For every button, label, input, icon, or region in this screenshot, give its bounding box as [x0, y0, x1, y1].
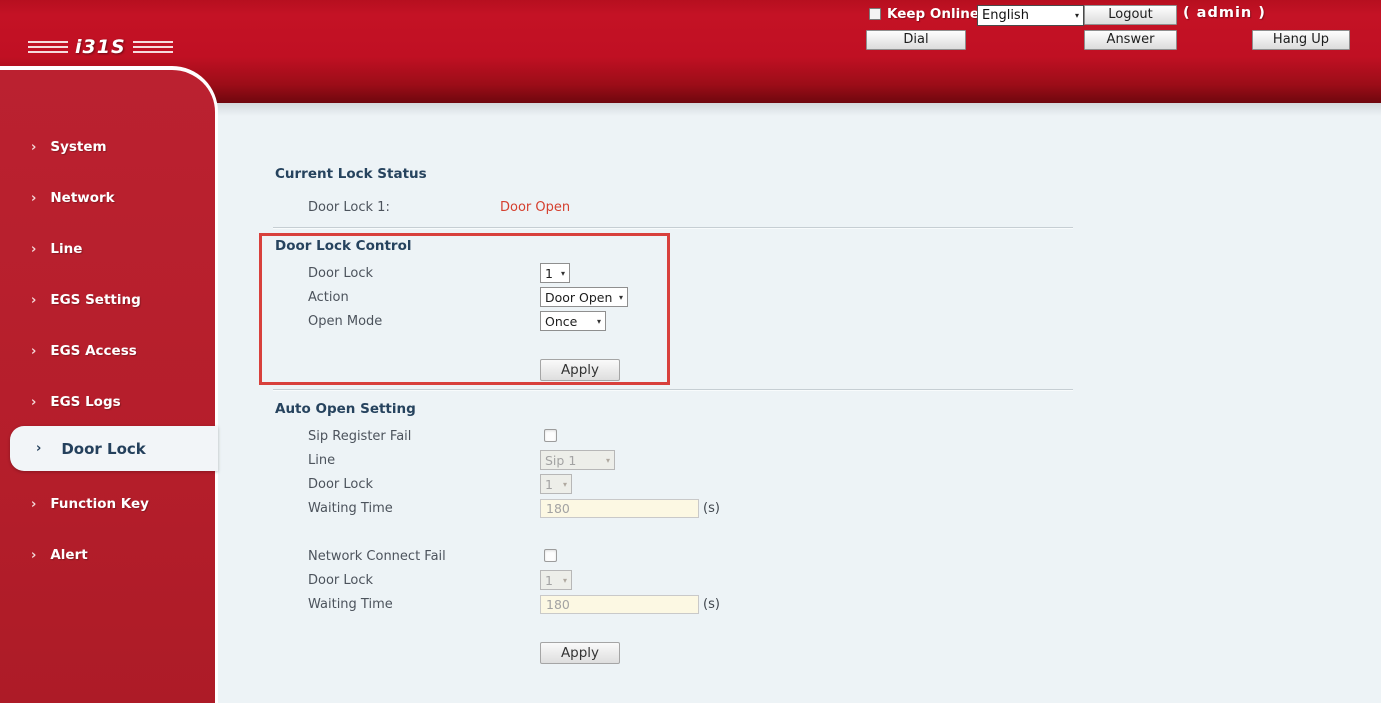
line-select-value: Sip 1 [545, 453, 576, 468]
sidebar-item-label: System [50, 139, 106, 155]
current-lock-status-title: Current Lock Status [275, 166, 427, 182]
network-connect-fail-checkbox[interactable] [544, 549, 557, 562]
logout-button[interactable]: Logout [1084, 5, 1177, 25]
door-lock-select[interactable]: 1 ▾ [540, 263, 570, 283]
open-mode-label: Open Mode [308, 314, 382, 329]
sip-register-fail-label: Sip Register Fail [308, 429, 411, 444]
dial-button[interactable]: Dial [866, 30, 966, 50]
auto-door-lock-select: 1 ▾ [540, 474, 572, 494]
sidebar-item-alert[interactable]: › Alert [0, 544, 218, 566]
chevron-right-icon: › [31, 345, 36, 358]
chevron-right-icon: › [36, 442, 41, 455]
waiting-time-input [540, 499, 699, 518]
chevron-down-icon: ▾ [619, 293, 623, 302]
sidebar-item-egs-setting[interactable]: › EGS Setting [0, 289, 218, 311]
chevron-right-icon: › [31, 141, 36, 154]
sidebar-item-label: Alert [50, 547, 87, 563]
action-select[interactable]: Door Open ▾ [540, 287, 628, 307]
open-mode-select-value: Once [545, 314, 577, 329]
line-label: Line [308, 453, 335, 468]
sidebar-item-label: EGS Logs [50, 394, 120, 410]
keep-online-checkbox[interactable] [869, 8, 881, 20]
auto-open-setting-title: Auto Open Setting [275, 401, 416, 417]
language-select[interactable]: English ▾ [977, 5, 1084, 26]
main-content: Current Lock Status Door Lock 1: Door Op… [221, 116, 1381, 703]
chevron-right-icon: › [31, 396, 36, 409]
auto-door-lock-label: Door Lock [308, 477, 373, 492]
sidebar-item-system[interactable]: › System [0, 136, 218, 158]
chevron-right-icon: › [31, 549, 36, 562]
sidebar-item-label: Function Key [50, 496, 149, 512]
sidebar: › System › Network › Line › EGS Setting … [0, 66, 218, 703]
sidebar-item-egs-logs[interactable]: › EGS Logs [0, 391, 218, 413]
chevron-down-icon: ▾ [563, 576, 567, 585]
auto-door-lock2-select: 1 ▾ [540, 570, 572, 590]
hangup-button[interactable]: Hang Up [1252, 30, 1350, 50]
waiting-time-label: Waiting Time [308, 501, 393, 516]
door-lock-1-status: Door Open [500, 200, 570, 215]
door-lock-select-value: 1 [545, 266, 553, 281]
sidebar-item-door-lock[interactable]: › Door Lock [10, 426, 218, 471]
sip-register-fail-checkbox[interactable] [544, 429, 557, 442]
network-connect-fail-label: Network Connect Fail [308, 549, 446, 564]
waiting-time2-label: Waiting Time [308, 597, 393, 612]
waiting-time-unit: (s) [703, 501, 720, 516]
sidebar-item-label: EGS Setting [50, 292, 140, 308]
auto-open-setting-apply-button[interactable]: Apply [540, 642, 620, 664]
sidebar-item-label: Line [50, 241, 82, 257]
admin-label: ( admin ) [1183, 5, 1266, 21]
chevron-right-icon: › [31, 192, 36, 205]
app-logo: i31S [28, 36, 173, 58]
divider [273, 389, 1073, 390]
logo-lines-left-icon [28, 41, 68, 54]
screen: i31S Keep Online English ▾ Logout ( admi… [0, 0, 1381, 703]
chevron-right-icon: › [31, 498, 36, 511]
chevron-down-icon: ▾ [597, 317, 601, 326]
chevron-down-icon: ▾ [561, 269, 565, 278]
waiting-time2-input [540, 595, 699, 614]
sidebar-item-line[interactable]: › Line [0, 238, 218, 260]
chevron-right-icon: › [31, 243, 36, 256]
door-lock-1-label: Door Lock 1: [308, 200, 390, 215]
sidebar-item-label: EGS Access [50, 343, 136, 359]
answer-button[interactable]: Answer [1084, 30, 1177, 50]
open-mode-select[interactable]: Once ▾ [540, 311, 606, 331]
waiting-time2-unit: (s) [703, 597, 720, 612]
action-label: Action [308, 290, 349, 305]
auto-door-lock-select-value: 1 [545, 477, 553, 492]
auto-door-lock2-select-value: 1 [545, 573, 553, 588]
action-select-value: Door Open [545, 290, 612, 305]
sidebar-item-network[interactable]: › Network [0, 187, 218, 209]
door-lock-label: Door Lock [308, 266, 373, 281]
chevron-down-icon: ▾ [1075, 11, 1079, 20]
chevron-down-icon: ▾ [563, 480, 567, 489]
door-lock-control-title: Door Lock Control [275, 238, 411, 254]
sidebar-item-function-key[interactable]: › Function Key [0, 493, 218, 515]
door-lock-control-apply-button[interactable]: Apply [540, 359, 620, 381]
divider [273, 227, 1073, 228]
line-select: Sip 1 ▾ [540, 450, 615, 470]
language-select-value: English [982, 8, 1029, 23]
keep-online-label: Keep Online [887, 6, 979, 22]
auto-door-lock2-label: Door Lock [308, 573, 373, 588]
chevron-right-icon: › [31, 294, 36, 307]
chevron-down-icon: ▾ [606, 456, 610, 465]
logo-text: i31S [75, 36, 126, 58]
keep-online-group: Keep Online [869, 6, 979, 22]
logo-lines-right-icon [133, 41, 173, 54]
sidebar-item-egs-access[interactable]: › EGS Access [0, 340, 218, 362]
sidebar-item-label: Door Lock [61, 440, 145, 458]
sidebar-item-label: Network [50, 190, 114, 206]
